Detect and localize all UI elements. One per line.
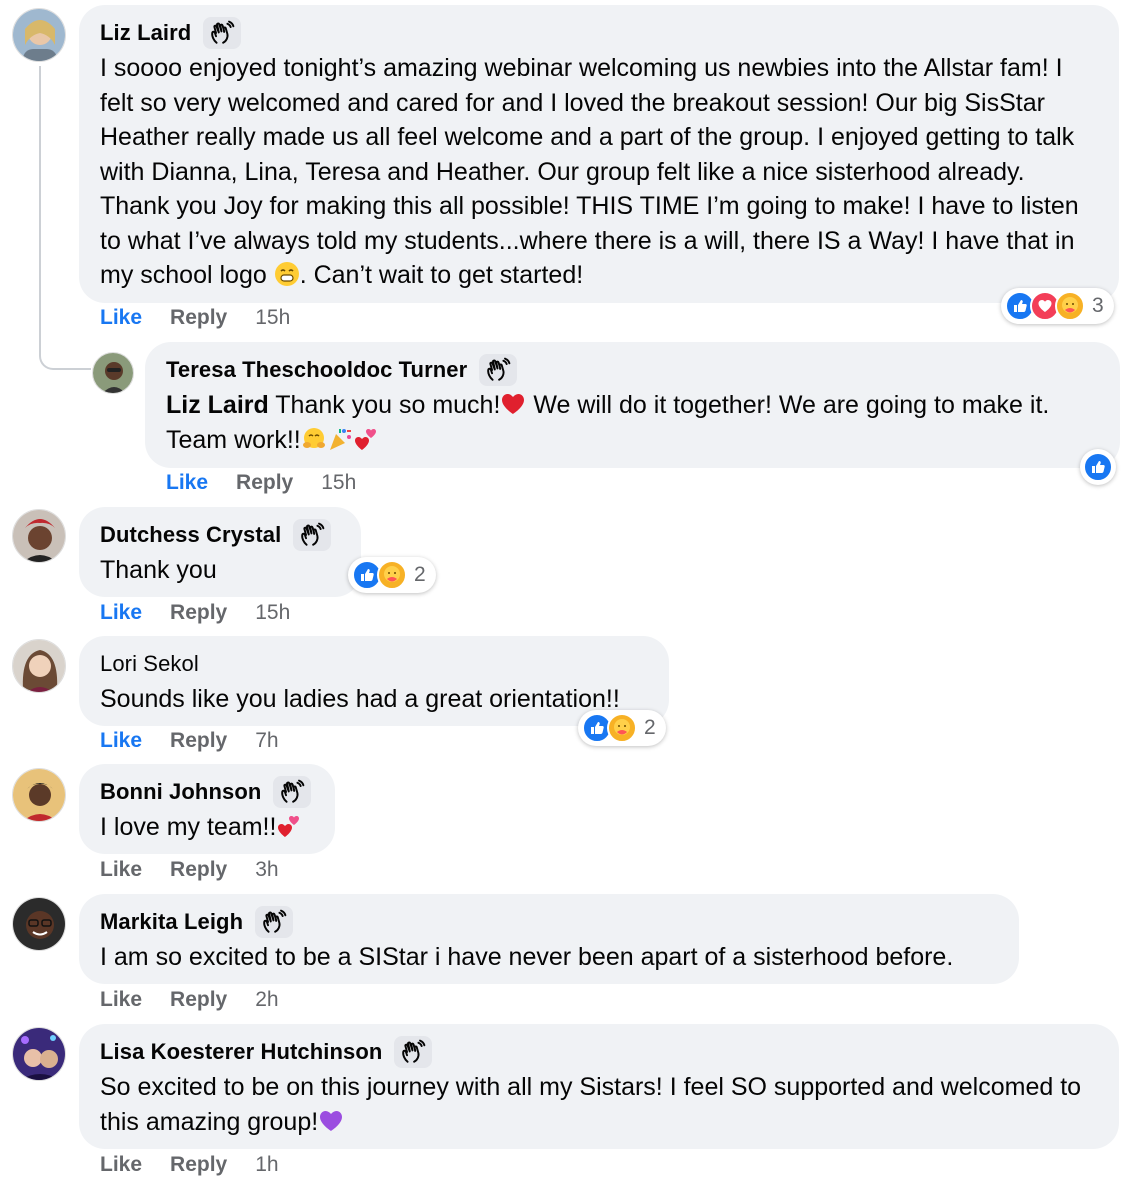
comment-bubble: Lisa Koesterer Hutchinson So excited to … (79, 1024, 1119, 1149)
reactions-summary[interactable] (1080, 449, 1116, 485)
wave-icon[interactable] (479, 354, 518, 386)
like-button[interactable]: Like (100, 729, 142, 753)
comment-text: Thank you (100, 556, 217, 584)
comment-text: Sounds like you ladies had a great orien… (100, 685, 620, 713)
like-button[interactable]: Like (100, 1153, 142, 1177)
comment-timestamp[interactable]: 15h (321, 471, 356, 495)
two-hearts-icon (353, 426, 379, 452)
comment-text: So excited to be on this journey with al… (100, 1073, 1082, 1136)
reply-button[interactable]: Reply (170, 1153, 227, 1177)
hugging-face-icon (301, 426, 327, 452)
comment-text: I love my team!! (100, 810, 315, 845)
commenter-name[interactable]: Dutchess Crystal (100, 522, 281, 548)
mention-link[interactable]: Liz Laird (166, 391, 269, 419)
avatar[interactable] (12, 1027, 66, 1081)
avatar[interactable] (12, 509, 66, 563)
care-icon (1055, 291, 1085, 321)
wave-icon[interactable] (293, 519, 332, 551)
comment-timestamp[interactable]: 15h (255, 306, 290, 330)
commenter-name[interactable]: Lisa Koesterer Hutchinson (100, 1039, 382, 1065)
comment-bubble: Dutchess Crystal Thank you (79, 507, 361, 597)
comments-thread: Liz Laird I soooo enjoyed tonight’s amaz… (0, 0, 1140, 1200)
comment-text: Liz Laird Thank you so much! We will do … (166, 391, 1050, 454)
avatar[interactable] (12, 768, 66, 822)
reply-button[interactable]: Reply (170, 306, 227, 330)
commenter-name[interactable]: Markita Leigh (100, 909, 243, 935)
reply-button[interactable]: Reply (236, 471, 293, 495)
reply-button[interactable]: Reply (170, 601, 227, 625)
comment-text: I am so excited to be a SIStar i have ne… (100, 943, 954, 971)
comment-actions: Like Reply 15h (100, 601, 290, 625)
like-button[interactable]: Like (100, 601, 142, 625)
comment-actions: Like Reply 15h (100, 306, 290, 330)
comment-text: I soooo enjoyed tonight’s amazing webina… (100, 54, 1079, 289)
reply-bubble: Teresa Theschooldoc Turner Liz Laird Tha… (145, 342, 1120, 468)
like-icon (1083, 452, 1113, 482)
reaction-count: 2 (414, 563, 426, 586)
wave-icon[interactable] (273, 776, 312, 808)
comment-timestamp[interactable]: 1h (255, 1153, 278, 1177)
comment-timestamp[interactable]: 3h (255, 858, 278, 882)
comment-actions: Like Reply 2h (100, 988, 279, 1012)
comment-timestamp[interactable]: 2h (255, 988, 278, 1012)
comment-bubble: Lori Sekol Sounds like you ladies had a … (79, 636, 669, 726)
wave-icon[interactable] (394, 1036, 433, 1068)
commenter-name[interactable]: Bonni Johnson (100, 779, 261, 805)
comment-bubble: Liz Laird I soooo enjoyed tonight’s amaz… (79, 5, 1119, 303)
party-popper-icon (327, 426, 353, 452)
commenter-name[interactable]: Lori Sekol (100, 651, 199, 677)
commenter-name[interactable]: Liz Laird (100, 20, 191, 46)
purple-heart-icon (318, 1108, 344, 1134)
red-heart-icon (500, 391, 526, 417)
like-button[interactable]: Like (166, 471, 208, 495)
care-icon (377, 560, 407, 590)
like-button[interactable]: Like (100, 988, 142, 1012)
reactions-summary[interactable]: 3 (1001, 288, 1114, 324)
comment-actions: Like Reply 7h (100, 729, 279, 753)
reactions-summary[interactable]: 2 (348, 557, 436, 593)
care-icon (607, 713, 637, 743)
grin-emoji-icon (274, 261, 300, 287)
comment-timestamp[interactable]: 15h (255, 601, 290, 625)
avatar[interactable] (12, 897, 66, 951)
reply-button[interactable]: Reply (170, 988, 227, 1012)
reaction-count: 3 (1092, 294, 1104, 317)
reactions-summary[interactable]: 2 (578, 710, 666, 746)
comment-actions: Like Reply 1h (100, 1153, 279, 1177)
wave-icon[interactable] (203, 17, 242, 49)
commenter-name[interactable]: Teresa Theschooldoc Turner (166, 357, 467, 383)
reply-button[interactable]: Reply (170, 729, 227, 753)
reply-button[interactable]: Reply (170, 858, 227, 882)
two-hearts-icon (276, 813, 302, 839)
comment-actions: Like Reply 15h (166, 471, 356, 495)
comment-timestamp[interactable]: 7h (255, 729, 278, 753)
comment-actions: Like Reply 3h (100, 858, 279, 882)
wave-icon[interactable] (255, 906, 294, 938)
reaction-count: 2 (644, 716, 656, 739)
avatar[interactable] (92, 352, 134, 394)
comment-bubble: Bonni Johnson I love my team!! (79, 764, 335, 854)
avatar[interactable] (12, 639, 66, 693)
like-button[interactable]: Like (100, 306, 142, 330)
like-button[interactable]: Like (100, 858, 142, 882)
comment-bubble: Markita Leigh I am so excited to be a SI… (79, 894, 1019, 984)
avatar[interactable] (12, 8, 66, 62)
